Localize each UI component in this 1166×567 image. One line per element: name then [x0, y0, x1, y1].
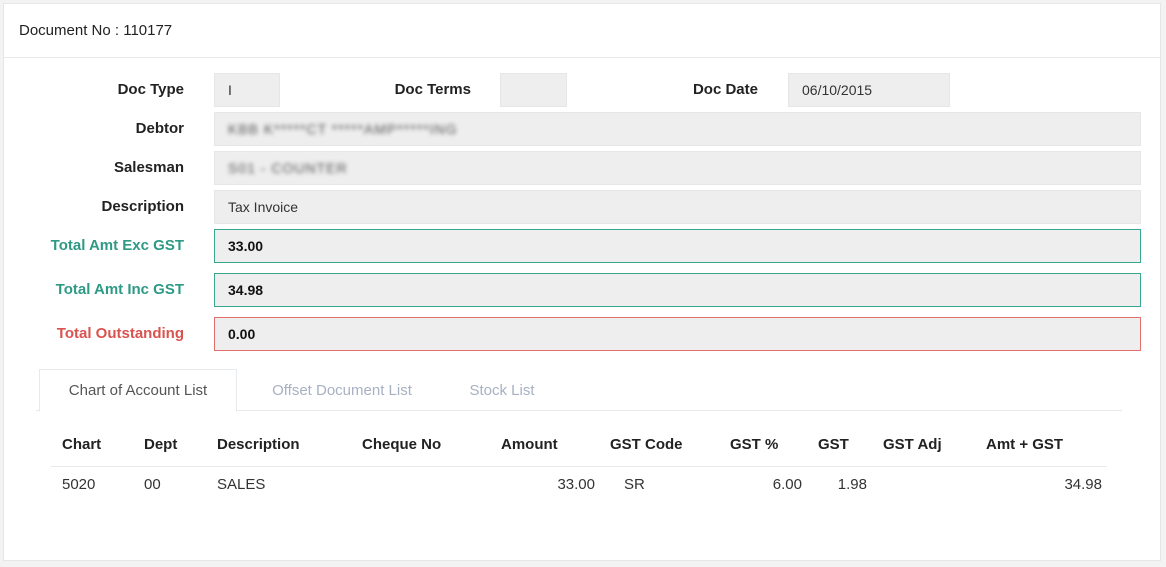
panel-header: Document No : 110177: [4, 4, 1160, 58]
tab-label: Stock List: [469, 382, 535, 399]
description-label: Description: [101, 198, 184, 215]
doc-date-label: Doc Date: [692, 81, 758, 98]
doc-type-value: I: [228, 82, 232, 98]
cell-gst-percent: 6.00: [772, 476, 802, 493]
debtor-value: KBB K*****CT *****AMP*****ING: [228, 121, 458, 137]
cell-amt-plus-gst: 34.98: [1064, 476, 1102, 493]
col-header-dept[interactable]: Dept: [144, 436, 177, 453]
col-header-gst-adj[interactable]: GST Adj: [883, 436, 942, 453]
total-exc-gst-field[interactable]: 33.00: [214, 229, 1141, 263]
tab-offset-document-list[interactable]: Offset Document List: [250, 369, 434, 412]
col-header-cheque-no[interactable]: Cheque No: [362, 436, 441, 453]
col-header-amt-plus-gst[interactable]: Amt + GST: [986, 436, 1063, 453]
col-header-gst-code[interactable]: GST Code: [610, 436, 683, 453]
salesman-label: Salesman: [113, 159, 184, 176]
description-value: Tax Invoice: [228, 199, 299, 215]
total-exc-gst-value: 33.00: [228, 238, 264, 254]
cell-dept: 00: [144, 476, 161, 493]
cell-gst-code: SR: [624, 476, 645, 493]
tab-label: Chart of Account List: [68, 382, 208, 399]
total-outstanding-label: Total Outstanding: [56, 325, 184, 342]
doc-terms-label: Doc Terms: [394, 81, 471, 98]
col-header-gst-percent[interactable]: GST %: [730, 436, 778, 453]
doc-date-field[interactable]: 06/10/2015: [788, 73, 950, 107]
debtor-field[interactable]: KBB K*****CT *****AMP*****ING: [214, 112, 1141, 146]
total-outstanding-value: 0.00: [228, 326, 256, 342]
cell-amount: 33.00: [557, 476, 595, 493]
total-inc-gst-label: Total Amt Inc GST: [55, 281, 184, 298]
debtor-label: Debtor: [135, 120, 184, 137]
description-field[interactable]: Tax Invoice: [214, 190, 1141, 224]
total-inc-gst-field[interactable]: 34.98: [214, 273, 1141, 307]
tab-stock-list[interactable]: Stock List: [454, 369, 550, 412]
tab-bar: Chart of Account List Offset Document Li…: [36, 369, 1122, 412]
col-header-amount[interactable]: Amount: [501, 436, 558, 453]
doc-terms-field[interactable]: [500, 73, 567, 107]
tab-chart-of-account-list[interactable]: Chart of Account List: [39, 369, 237, 412]
cell-description: SALES: [217, 476, 266, 493]
tab-label: Offset Document List: [272, 382, 412, 399]
document-title: Document No : 110177: [19, 22, 173, 39]
doc-type-field[interactable]: I: [214, 73, 280, 107]
cell-gst: 1.98: [837, 476, 867, 493]
col-header-gst[interactable]: GST: [818, 436, 849, 453]
table-header-divider: [51, 466, 1107, 467]
doc-type-label: Doc Type: [117, 81, 184, 98]
col-header-chart[interactable]: Chart: [62, 436, 101, 453]
total-outstanding-field[interactable]: 0.00: [214, 317, 1141, 351]
doc-date-value: 06/10/2015: [802, 82, 873, 98]
cell-chart: 5020: [62, 476, 96, 493]
salesman-value: S01 - COUNTER: [228, 160, 348, 176]
total-exc-gst-label: Total Amt Exc GST: [50, 237, 184, 254]
col-header-description[interactable]: Description: [217, 436, 300, 453]
total-inc-gst-value: 34.98: [228, 282, 264, 298]
salesman-field[interactable]: S01 - COUNTER: [214, 151, 1141, 185]
